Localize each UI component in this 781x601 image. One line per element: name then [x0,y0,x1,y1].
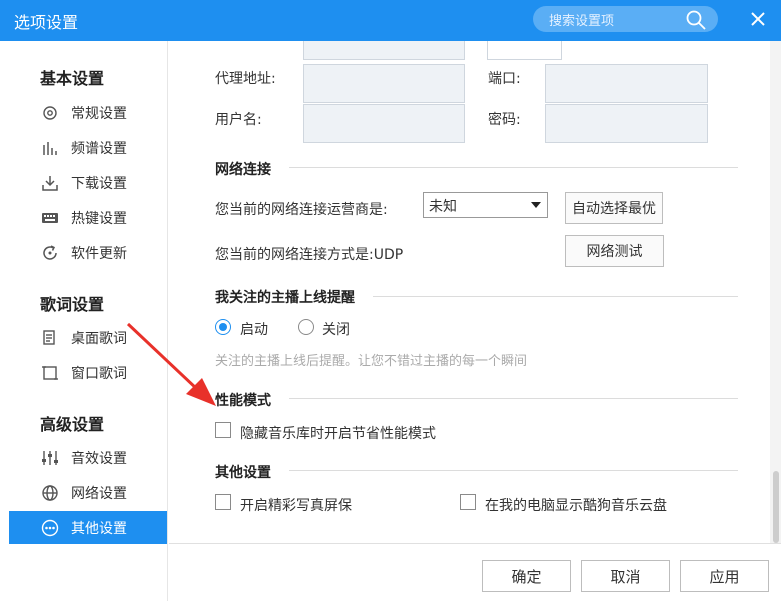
sidebar-section-basic: 基本设置 [40,69,105,88]
equalizer-icon [42,451,58,465]
chevron-down-icon [531,202,541,208]
proxy-username-input[interactable] [303,104,465,143]
auto-select-best-button[interactable]: 自动选择最优 [565,192,663,224]
section-divider [289,398,738,399]
carrier-select[interactable]: 未知 [423,192,548,218]
proxy-password-label: 密码: [488,112,521,128]
content-scrollbar[interactable] [770,41,781,543]
network-test-button[interactable]: 网络测试 [565,235,664,267]
search-box[interactable]: 搜索设置项 [533,6,718,32]
close-icon[interactable] [746,7,770,31]
proxy-port-label: 端口: [488,71,521,87]
sidebar-item-other[interactable]: 其他设置 [9,511,167,544]
search-icon[interactable] [685,9,707,31]
apply-button[interactable]: 应用 [680,560,769,592]
anchor-alert-hint: 关注的主播上线后提醒。让您不错过主播的每一个瞬间 [215,354,528,369]
window-lyrics-icon [42,366,58,380]
gear-icon [43,106,57,120]
cancel-button[interactable]: 取消 [581,560,670,592]
keyboard-icon [42,213,58,223]
sidebar-section-advanced: 高级设置 [40,415,105,434]
sidebar-item-hotkey[interactable]: 热键设置 [9,201,167,234]
cloud-disk-label[interactable]: 在我的电脑显示酷狗音乐云盘 [485,495,667,515]
other-section-heading: 其他设置 [215,465,271,481]
sidebar-item-network[interactable]: 网络设置 [9,476,167,509]
anchor-alert-on-label[interactable]: 启动 [240,319,268,339]
section-divider [289,167,738,168]
proxy-address-input[interactable] [303,64,465,103]
desktop-lyrics-icon [43,330,55,345]
sidebar: 基本设置 常规设置 频谱设置 下载设置 热键设置 软件更新 歌词设置 桌面歌词 … [0,41,168,601]
proxy-port-input[interactable] [545,64,708,103]
sidebar-item-label: 常规设置 [71,106,127,122]
scrollbar-thumb[interactable] [773,471,779,543]
screensaver-checkbox[interactable] [215,494,231,510]
carrier-label: 您当前的网络连接运营商是: [215,202,388,218]
globe-icon [42,485,58,501]
anchor-alert-off-radio[interactable] [298,319,314,335]
more-icon [41,519,59,537]
sidebar-item-download[interactable]: 下载设置 [9,166,167,199]
anchor-alert-on-radio[interactable] [215,319,231,335]
performance-mode-checkbox[interactable] [215,422,231,438]
sidebar-item-label: 其他设置 [71,521,127,537]
sidebar-item-desktop-lyrics[interactable]: 桌面歌词 [9,321,167,354]
sidebar-section-lyrics: 歌词设置 [40,295,105,314]
window-title: 选项设置 [14,13,79,32]
sidebar-item-general[interactable]: 常规设置 [9,96,167,129]
sidebar-item-label: 软件更新 [71,246,127,262]
title-bar: 选项设置 搜索设置项 [0,0,781,41]
section-divider [373,296,738,297]
screensaver-label[interactable]: 开启精彩写真屏保 [240,495,352,515]
performance-section-heading: 性能模式 [215,393,271,409]
settings-content: 代理地址: 端口: 用户名: 密码: 网络连接 您当前的网络连接运营商是: 未知… [169,41,769,543]
cloud-disk-checkbox[interactable] [460,494,476,510]
dialog-footer: 确定 取消 应用 [169,543,781,601]
update-icon [43,245,57,260]
sidebar-item-sound-effects[interactable]: 音效设置 [9,441,167,474]
section-divider [289,470,738,471]
network-section-heading: 网络连接 [215,162,271,178]
ok-button[interactable]: 确定 [482,560,571,592]
sidebar-item-label: 窗口歌词 [71,366,127,382]
sidebar-item-spectrum[interactable]: 频谱设置 [9,131,167,164]
search-placeholder[interactable]: 搜索设置项 [549,10,614,29]
sidebar-item-label: 频谱设置 [71,141,127,157]
spectrum-icon [43,142,57,155]
sidebar-item-label: 网络设置 [71,486,127,502]
proxy-password-input[interactable] [545,104,708,143]
carrier-select-value: 未知 [429,199,457,215]
sidebar-item-label: 音效设置 [71,451,127,467]
sidebar-item-update[interactable]: 软件更新 [9,236,167,269]
connection-mode-label: 您当前的网络连接方式是:UDP [215,247,404,263]
sidebar-item-label: 热键设置 [71,211,127,227]
anchor-alert-off-label[interactable]: 关闭 [322,319,350,339]
sidebar-item-label: 桌面歌词 [71,331,127,347]
proxy-address-label: 代理地址: [215,71,276,87]
proxy-username-label: 用户名: [215,112,262,128]
proxy-type-field[interactable] [303,41,465,60]
performance-mode-label[interactable]: 隐藏音乐库时开启节省性能模式 [240,423,436,443]
download-icon [42,176,58,191]
proxy-test-button[interactable] [487,41,562,60]
sidebar-item-window-lyrics[interactable]: 窗口歌词 [9,356,167,389]
anchor-alert-section-heading: 我关注的主播上线提醒 [215,290,355,306]
sidebar-item-label: 下载设置 [71,176,127,192]
